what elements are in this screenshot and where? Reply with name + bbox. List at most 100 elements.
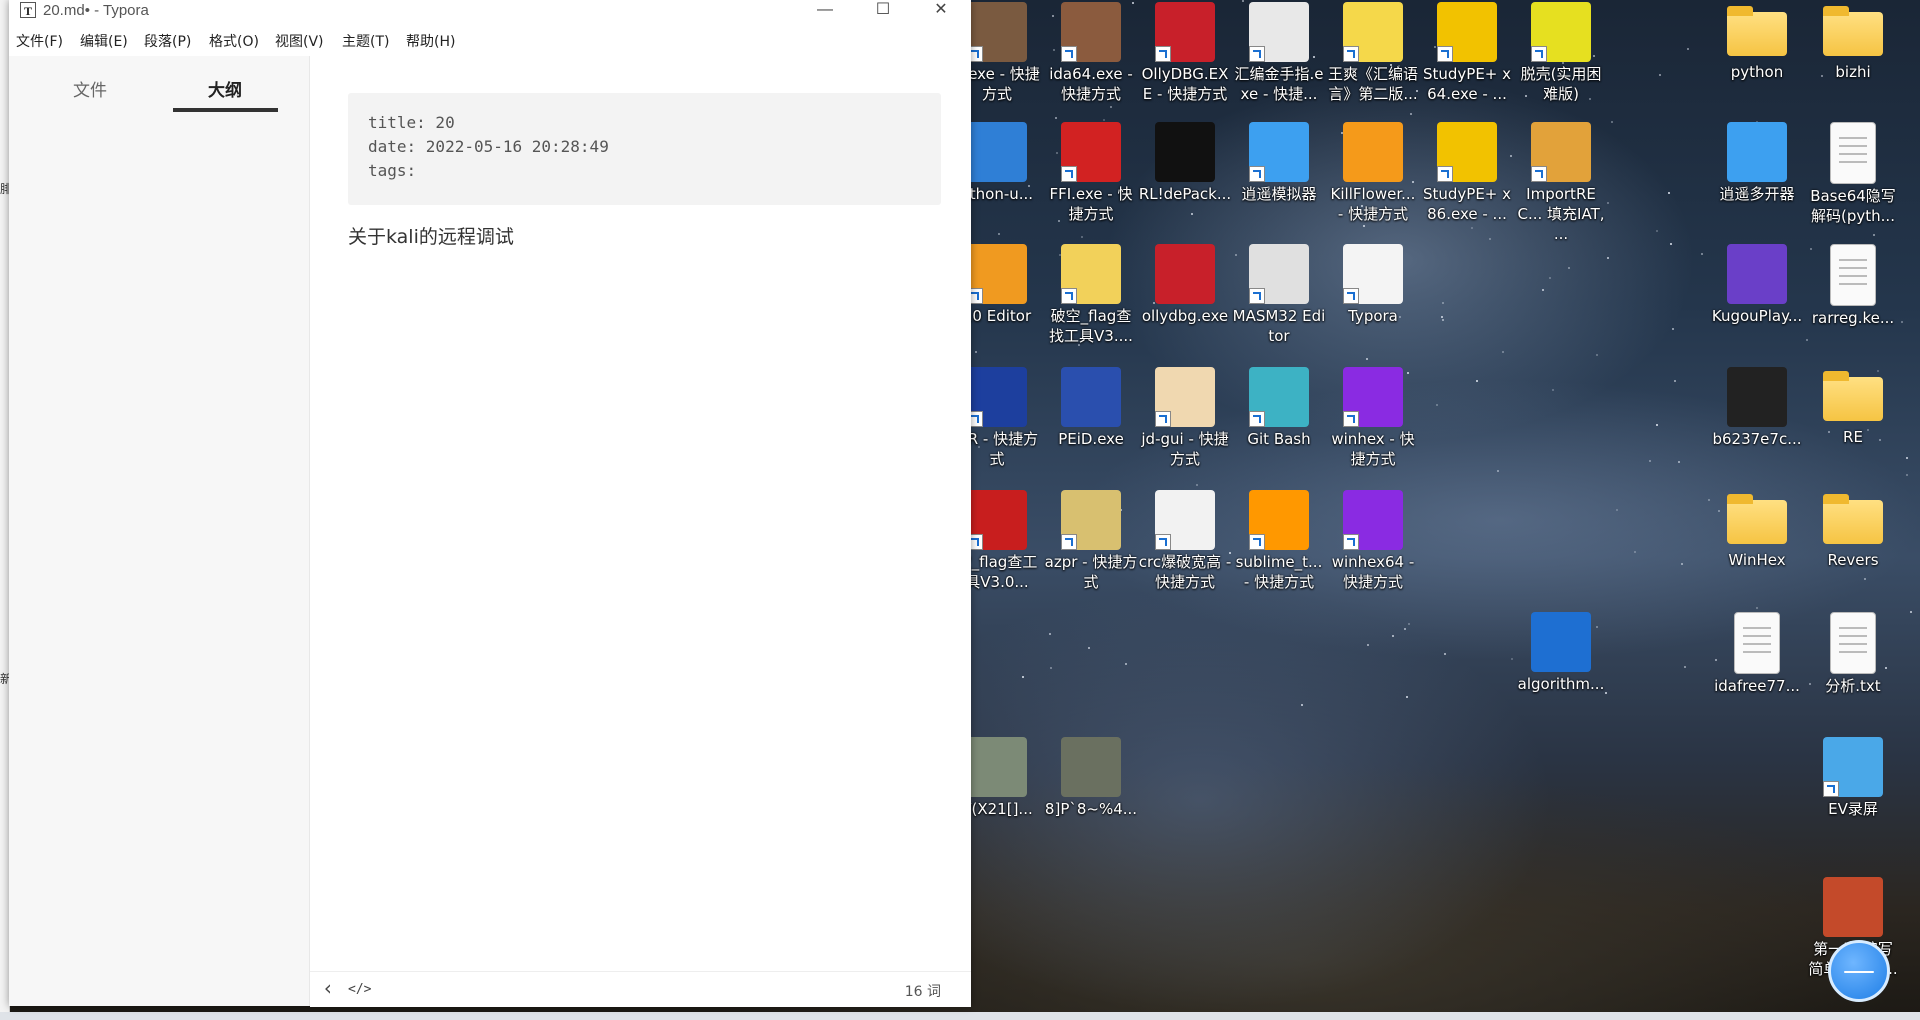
maximize-button[interactable]: ☐: [854, 0, 912, 22]
menu-view[interactable]: 视图(V): [275, 31, 324, 51]
desktop-icon[interactable]: RL!dePack...: [1138, 122, 1232, 204]
desktop-icon[interactable]: ollydbg.exe: [1138, 244, 1232, 326]
star: [1441, 301, 1444, 304]
menu-file[interactable]: 文件(F): [16, 31, 63, 51]
desktop-icon[interactable]: WinHex: [1710, 490, 1804, 570]
tab-outline[interactable]: 大纲: [208, 76, 242, 101]
star: [1683, 665, 1686, 668]
application-icon: [1343, 244, 1403, 304]
minimize-button[interactable]: —: [796, 0, 854, 22]
desktop-icon[interactable]: StudyPE+ x64.exe - ...: [1420, 2, 1514, 104]
desktop-icon[interactable]: 逍遥模拟器: [1232, 122, 1326, 204]
desktop-icon[interactable]: 汇编金手指.exe - 快捷...: [1232, 2, 1326, 104]
desktop-icon[interactable]: sublime_t... - 快捷方式: [1232, 490, 1326, 592]
application-icon: [1343, 122, 1403, 182]
desktop-icon-label: crc爆破宽高 - 快捷方式: [1138, 553, 1232, 591]
shortcut-arrow-icon: [1531, 46, 1547, 62]
desktop-icon[interactable]: 逍遥多开器: [1710, 122, 1804, 204]
shortcut-arrow-icon: [1155, 534, 1171, 550]
desktop-icon-label: 分析.txt: [1825, 677, 1881, 695]
desktop-icon[interactable]: winhex64 - 快捷方式: [1326, 490, 1420, 592]
desktop-icon[interactable]: ida64.exe - 快捷方式: [1044, 2, 1138, 104]
shortcut-arrow-icon: [1061, 288, 1077, 304]
editor-area[interactable]: title: 20 date: 2022-05-16 20:28:49 tags…: [310, 56, 971, 1007]
desktop-icon[interactable]: crc爆破宽高 - 快捷方式: [1138, 490, 1232, 592]
application-icon: [1437, 122, 1497, 182]
application-icon: [967, 367, 1027, 427]
desktop-icon[interactable]: 破空_flag查找工具V3....: [1044, 244, 1138, 346]
desktop-icon[interactable]: idafree77...: [1710, 612, 1804, 696]
desktop-icon[interactable]: EV录屏: [1806, 737, 1900, 819]
application-icon: [1155, 244, 1215, 304]
ev-recorder-float-icon[interactable]: [1828, 940, 1890, 1002]
menu-edit[interactable]: 编辑(E): [80, 31, 128, 51]
desktop-icon-label: FFI.exe - 快捷方式: [1049, 185, 1133, 223]
desktop-icon[interactable]: jd-gui - 快捷方式: [1138, 367, 1232, 469]
word-count[interactable]: 16 词: [905, 981, 941, 1001]
desktop-icon[interactable]: algorithm...: [1514, 612, 1608, 694]
menu-paragraph[interactable]: 段落(P): [144, 31, 191, 51]
desktop-icon[interactable]: bizhi: [1806, 2, 1900, 82]
desktop-icon-label: StudyPE+ x86.exe - ...: [1422, 185, 1512, 223]
application-icon: [1727, 367, 1787, 427]
desktop-icon[interactable]: Revers: [1806, 490, 1900, 570]
application-icon: [1061, 244, 1121, 304]
application-icon: [1531, 122, 1591, 182]
shortcut-arrow-icon: [1155, 46, 1171, 62]
desktop-icon[interactable]: Git Bash: [1232, 367, 1326, 449]
title-bar[interactable]: T 20.md• - Typora — ☐ ✕: [9, 0, 971, 22]
desktop-icon[interactable]: RE: [1806, 367, 1900, 447]
desktop-icon[interactable]: 王爽《汇编语言》第二版...: [1326, 2, 1420, 104]
yaml-front-matter[interactable]: title: 20 date: 2022-05-16 20:28:49 tags…: [348, 93, 941, 205]
status-bar: ‹ </> 16 词: [310, 971, 971, 1007]
desktop-icon-label: 汇编金手指.exe - 快捷...: [1234, 65, 1324, 103]
menu-help[interactable]: 帮助(H): [406, 31, 455, 51]
desktop-icon[interactable]: azpr - 快捷方式: [1044, 490, 1138, 592]
menu-theme[interactable]: 主题(T): [342, 31, 389, 51]
toggle-sidebar-icon[interactable]: ‹: [322, 976, 334, 1000]
desktop-icon-label: 逍遥多开器: [1719, 185, 1795, 203]
desktop-icon[interactable]: MASM32 Editor: [1232, 244, 1326, 346]
source-code-mode-icon[interactable]: </>: [348, 982, 371, 997]
desktop-icon[interactable]: python: [1710, 2, 1804, 82]
desktop-icon-label: KillFlower... - 快捷方式: [1330, 185, 1416, 223]
star: [1686, 48, 1689, 50]
desktop-icon[interactable]: StudyPE+ x86.exe - ...: [1420, 122, 1514, 224]
desktop-icon[interactable]: PEiD.exe: [1044, 367, 1138, 449]
desktop-icon[interactable]: b6237e7c...: [1710, 367, 1804, 449]
desktop-icon[interactable]: Typora: [1326, 244, 1420, 326]
menu-format[interactable]: 格式(O): [209, 31, 259, 51]
shortcut-arrow-icon: [1249, 411, 1265, 427]
desktop-icon[interactable]: rarreg.ke...: [1806, 244, 1900, 328]
desktop-icon[interactable]: 分析.txt: [1806, 612, 1900, 696]
sidebar: 文件 大纲: [9, 56, 310, 1006]
desktop-icon-label: python: [1730, 63, 1784, 81]
star: [1048, 632, 1051, 635]
desktop-icon-label: Git Bash: [1247, 430, 1311, 448]
desktop-icon[interactable]: 脱壳(实用困难版): [1514, 2, 1608, 104]
application-icon: [1155, 122, 1215, 182]
application-icon: [1437, 2, 1497, 62]
desktop-icon[interactable]: 8]P`8~%4...: [1044, 737, 1138, 819]
paragraph-text[interactable]: 关于kali的远程调试: [348, 222, 514, 249]
desktop-icon[interactable]: FFI.exe - 快捷方式: [1044, 122, 1138, 224]
application-icon: [1155, 2, 1215, 62]
shortcut-arrow-icon: [1343, 534, 1359, 550]
desktop-icon-label: algorithm...: [1517, 675, 1605, 693]
star: [1806, 338, 1809, 341]
tab-files[interactable]: 文件: [73, 76, 107, 101]
star: [1655, 423, 1658, 426]
document-icon: [1830, 612, 1876, 674]
desktop-icon-label: b6237e7c...: [1712, 430, 1802, 448]
star: [1615, 509, 1618, 512]
close-button[interactable]: ✕: [912, 0, 970, 22]
window-title: 20.md• - Typora: [43, 2, 149, 19]
application-icon: [1727, 244, 1787, 304]
desktop-icon[interactable]: KillFlower... - 快捷方式: [1326, 122, 1420, 224]
shortcut-arrow-icon: [1249, 166, 1265, 182]
desktop-icon[interactable]: winhex - 快捷方式: [1326, 367, 1420, 469]
desktop-icon[interactable]: Base64隐写解码(pyth...: [1806, 122, 1900, 226]
desktop-icon[interactable]: KugouPlay...: [1710, 244, 1804, 326]
desktop-icon[interactable]: ImportREC... 填充IAT, ...: [1514, 122, 1608, 244]
desktop-icon[interactable]: OllyDBG.EXE - 快捷方式: [1138, 2, 1232, 104]
